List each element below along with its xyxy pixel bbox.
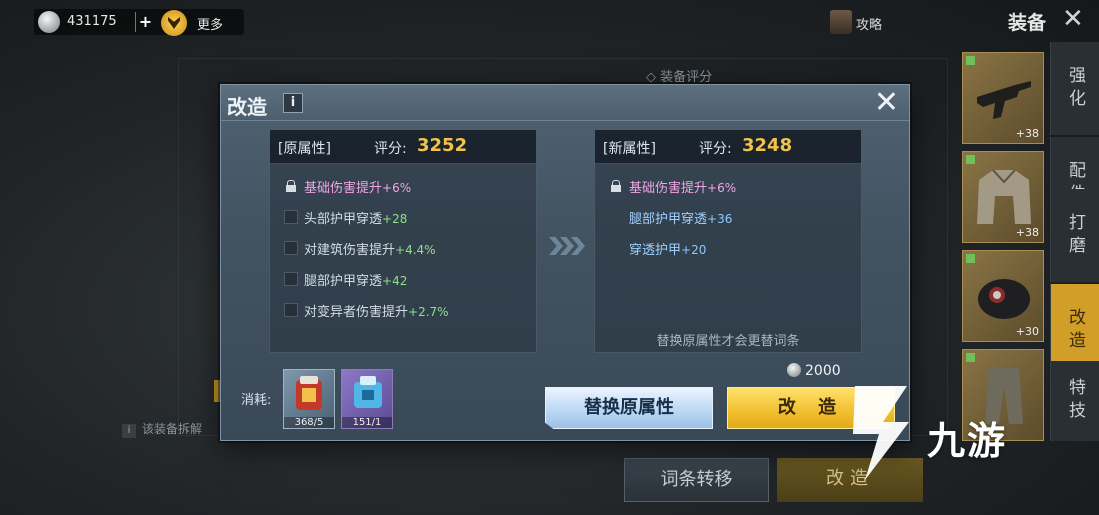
attribute-name: 对变异者伤害提升 <box>304 305 409 320</box>
attribute-value: +36 <box>707 212 733 226</box>
lock-checkbox[interactable] <box>284 241 298 255</box>
remodel-dialog: 改造 i ✕ [原属性] 评分: 3252 基础伤害提升+6% 头部护甲穿透+2… <box>220 84 910 441</box>
guide-label: 攻略 <box>856 18 883 33</box>
silver-coin-icon <box>787 363 801 377</box>
attribute-name: 头部护甲穿透 <box>304 212 383 227</box>
watermark-text: 九游 <box>927 419 1008 463</box>
attribute-value: +20 <box>681 243 707 257</box>
attribute-name: 穿透护甲 <box>629 243 682 258</box>
chevron-right-icon <box>549 235 585 257</box>
add-currency-button[interactable]: + <box>135 12 155 32</box>
jiuyou-logo-icon <box>853 386 909 480</box>
info-icon: i <box>122 424 136 438</box>
attribute-value: +4.4% <box>395 243 436 257</box>
jacket-icon <box>977 169 1031 224</box>
rank-badge-icon[interactable] <box>161 10 187 36</box>
new-attributes-header: [新属性] 评分: 3248 <box>595 130 861 164</box>
slot-count: +30 <box>1015 325 1039 338</box>
dismantle-note-text: 该装备拆解 <box>142 422 203 436</box>
silver-coin-icon <box>38 11 60 33</box>
equipment-slot-armor[interactable]: +38 <box>962 151 1044 243</box>
lock-icon <box>610 180 622 192</box>
score-label: 评分: <box>699 141 732 157</box>
guide-avatar <box>830 10 852 34</box>
more-button[interactable]: 更多 <box>197 14 223 33</box>
new-attributes-panel: [新属性] 评分: 3248 基础伤害提升+6% 腿部护甲穿透+36 穿透护甲+… <box>594 129 862 353</box>
dialog-header: 改造 i ✕ <box>221 85 909 121</box>
coin-value: 431175 <box>67 14 117 29</box>
tab-strengthen[interactable]: 强化 <box>1050 42 1099 135</box>
attribute-value: +2.7% <box>408 305 449 319</box>
material-count: 151/1 <box>342 417 392 428</box>
replace-note: 替换原属性才会更替词条 <box>656 334 800 349</box>
material-count: 368/5 <box>284 417 334 428</box>
info-icon[interactable]: i <box>283 93 303 113</box>
equipment-slot-weapon[interactable]: +38 <box>962 52 1044 144</box>
watermark: 九游 <box>845 378 1065 488</box>
currency-bar: 431175 + 更多 <box>34 9 244 36</box>
lock-checkbox[interactable] <box>284 272 298 286</box>
dialog-title: 改造 <box>227 95 267 119</box>
original-score: 3252 <box>417 135 468 156</box>
score-label: 评分: <box>374 141 407 157</box>
transfer-affix-button[interactable]: 词条转移 <box>624 458 769 502</box>
page-close-icon[interactable]: ✕ <box>1062 6 1084 32</box>
original-attributes-panel: [原属性] 评分: 3252 基础伤害提升+6% 头部护甲穿透+28 对建筑伤害… <box>269 129 537 353</box>
slot-count: +38 <box>1015 226 1039 239</box>
material-slot[interactable]: 368/5 <box>283 369 335 429</box>
attribute-name: 基础伤害提升 <box>629 181 708 196</box>
tab-polish[interactable]: 打磨 <box>1050 189 1099 282</box>
rifle-icon <box>977 81 1031 119</box>
top-bar: 431175 + 更多 攻略 装备 ✕ <box>0 0 1099 44</box>
attribute-name: 对建筑伤害提升 <box>304 243 396 258</box>
attribute-name: 腿部护甲穿透 <box>629 212 708 227</box>
new-tag: [新属性] <box>603 141 656 157</box>
slot-marker <box>966 254 975 263</box>
slot-count: +38 <box>1015 127 1039 140</box>
dismantle-note: i 该装备拆解 <box>122 420 202 438</box>
red-kit-icon <box>296 376 322 410</box>
original-attributes-header: [原属性] 评分: 3252 <box>270 130 536 164</box>
material-slot[interactable]: 151/1 <box>341 369 393 429</box>
slot-marker <box>966 353 975 362</box>
lock-checkbox[interactable] <box>284 210 298 224</box>
slot-marker <box>966 155 975 164</box>
cost-label: 消耗: <box>241 393 272 408</box>
blue-kit-icon <box>354 376 382 408</box>
page-title: 装备 <box>1008 12 1047 34</box>
helmet-icon <box>978 279 1030 319</box>
original-tag: [原属性] <box>278 141 331 157</box>
equipment-slot-helmet[interactable]: +30 <box>962 250 1044 342</box>
equipment-score-label: ◇ 装备评分 <box>646 70 713 85</box>
attribute-value: +28 <box>382 212 408 226</box>
attribute-value: +6% <box>382 181 412 195</box>
slot-marker <box>966 56 975 65</box>
attribute-name: 基础伤害提升 <box>304 181 383 196</box>
price-value: 2000 <box>805 363 841 379</box>
attribute-value: +6% <box>707 181 737 195</box>
lock-checkbox[interactable] <box>284 303 298 317</box>
replace-attributes-button[interactable]: 替换原属性 <box>545 387 713 429</box>
attribute-name: 腿部护甲穿透 <box>304 274 383 289</box>
close-icon[interactable]: ✕ <box>874 87 899 119</box>
lock-icon <box>285 180 297 192</box>
new-score: 3248 <box>742 135 793 156</box>
remodel-price: 2000 <box>787 363 841 379</box>
attribute-value: +42 <box>382 274 408 288</box>
